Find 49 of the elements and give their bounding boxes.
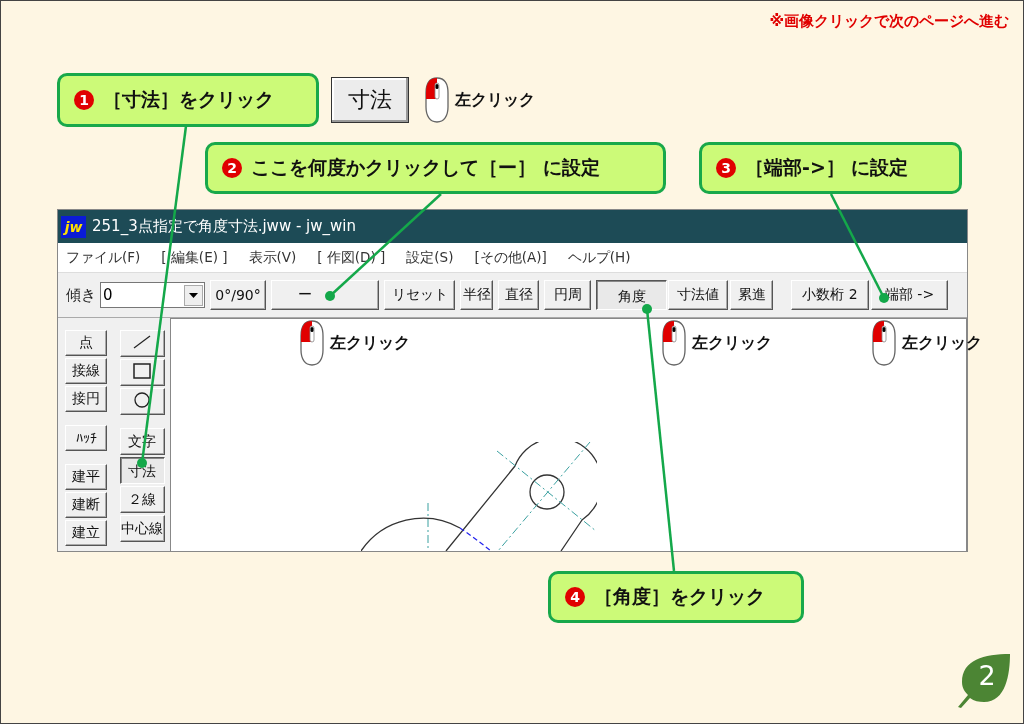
tool-button[interactable] (119, 330, 165, 357)
callout-text: ［角度］をクリック (594, 584, 765, 609)
tool-button[interactable] (119, 359, 165, 386)
click-hint: 左クリック (902, 332, 982, 354)
click-hint: 左クリック (455, 89, 535, 111)
tool-button[interactable]: 接円 (65, 386, 107, 412)
page-number: 2 (977, 660, 997, 691)
tool-button[interactable]: 建断 (65, 492, 107, 518)
toolbar-button[interactable]: 直径 (498, 280, 539, 310)
toolbar-button[interactable]: 円周 (544, 280, 591, 310)
toolbar-button[interactable]: 累進 (730, 280, 773, 310)
tool-button[interactable]: 点 (65, 330, 107, 356)
menu-item[interactable]: [ 編集(E) ] (161, 248, 228, 267)
app-logo: jw (61, 215, 86, 238)
tool-button[interactable]: 建立 (65, 520, 107, 546)
callout-text: ここを何度かクリックして［ー］ に設定 (251, 155, 600, 180)
tilt-label: 傾き (66, 285, 96, 305)
page-note: ※画像クリックで次のページへ進む (769, 12, 1009, 30)
tool-button[interactable]: ﾊｯﾁ (65, 425, 107, 451)
tool-button[interactable]: 中心線 (119, 515, 165, 542)
dimension-button[interactable]: 寸法 (331, 77, 409, 123)
tool-button[interactable]: 建平 (65, 464, 107, 490)
callout-text: ［端部->］ に設定 (745, 155, 909, 180)
line-icon (131, 333, 153, 351)
callout-text: ［寸法］をクリック (103, 87, 274, 112)
tool-button[interactable] (119, 388, 165, 415)
menu-item[interactable]: ヘルプ(H) (567, 248, 631, 267)
toolbar-button[interactable]: リセット (384, 280, 455, 310)
step-number: 1 (74, 90, 94, 110)
toolbar-button[interactable]: 半径 (460, 280, 493, 310)
toolbar-button[interactable]: 0°/90° (210, 280, 266, 310)
tool-button[interactable]: 接線 (65, 358, 107, 384)
rectangle-icon (131, 362, 153, 380)
tool-button[interactable]: ２線 (119, 486, 165, 513)
click-hint: 左クリック (330, 332, 410, 354)
step-number: 4 (565, 587, 585, 607)
menu-item[interactable]: 設定(S) (406, 248, 454, 267)
menu-item[interactable]: 表示(V) (248, 248, 297, 267)
click-hint: 左クリック (692, 332, 772, 354)
toolbar-button[interactable]: 寸法値 (668, 280, 728, 310)
mouse-icon (425, 77, 449, 123)
toolbar-button[interactable]: 角度 (596, 280, 667, 310)
toolbar-button[interactable]: 小数桁 2 (791, 280, 869, 310)
menu-item[interactable]: ファイル(F) (66, 248, 141, 267)
toolbar-button[interactable]: ー (271, 280, 379, 310)
step-number: 3 (716, 158, 736, 178)
tool-button[interactable]: 寸法 (119, 457, 165, 484)
step-number: 2 (222, 158, 242, 178)
menu-item[interactable]: [その他(A)] (474, 248, 547, 267)
